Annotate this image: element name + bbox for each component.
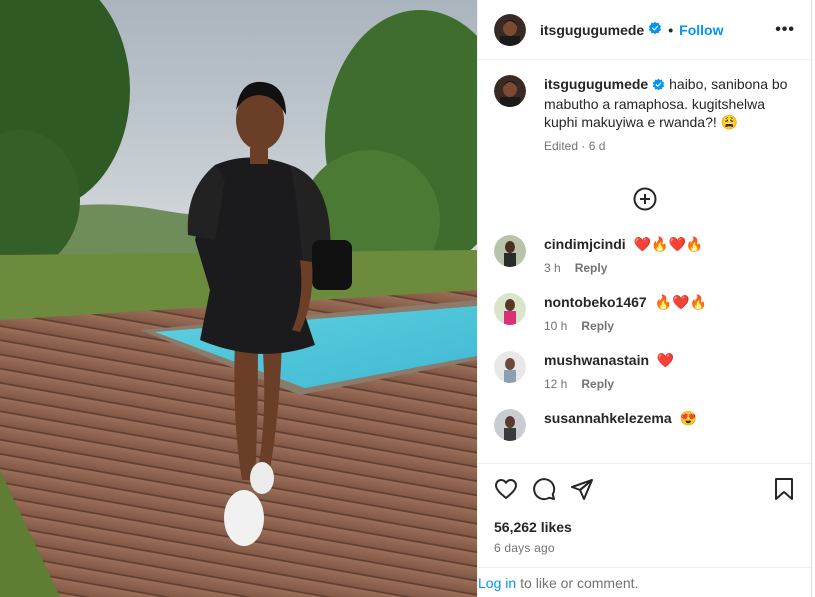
login-prompt: Log in to like or comment.	[478, 567, 811, 597]
comment-text: ❤️🔥❤️🔥	[633, 236, 704, 252]
caption-username[interactable]: itsgugugumede	[544, 76, 648, 92]
post-photo[interactable]	[0, 0, 477, 597]
comment-meta: 10 h Reply	[544, 319, 707, 333]
reply-button[interactable]: Reply	[581, 319, 614, 333]
caption-meta: Edited · 6 d	[544, 139, 606, 153]
caption-text: itsgugugumede haibo, sanibona bo mabutho…	[544, 75, 788, 131]
login-prompt-text: to like or comment.	[520, 574, 639, 591]
comment-meta: 12 h Reply	[544, 377, 674, 391]
comment-text: 🔥❤️🔥	[654, 294, 707, 310]
header-separator: •	[668, 21, 674, 38]
post-image	[0, 0, 477, 597]
caption-avatar[interactable]	[494, 75, 526, 107]
comment-text: ❤️	[656, 352, 675, 368]
plus-circle-icon	[633, 187, 656, 211]
post-side-panel: itsgugugumede • Follow ••• itsgugugumede…	[477, 0, 812, 597]
comment-text: 😍	[679, 410, 697, 426]
verified-badge-icon	[652, 77, 665, 95]
comment-line: mushwanastain ❤️	[544, 351, 674, 369]
reply-button[interactable]: Reply	[575, 261, 608, 275]
comment-username[interactable]: susannahkelezema	[544, 410, 672, 426]
comment-time: 3 h	[544, 261, 561, 275]
comments-section[interactable]: itsgugugumede haibo, sanibona bo mabutho…	[478, 61, 811, 463]
commenter-avatar[interactable]	[494, 409, 526, 441]
comment-item: nontobeko1467 🔥❤️🔥 10 h Reply	[494, 293, 795, 333]
post-actions: 56,262 likes 6 days ago	[478, 463, 811, 567]
heart-icon[interactable]	[494, 477, 518, 504]
comment-line: nontobeko1467 🔥❤️🔥	[544, 293, 707, 311]
comment-time: 10 h	[544, 319, 568, 333]
author-username[interactable]: itsgugugumede	[540, 22, 644, 38]
reply-button[interactable]: Reply	[581, 377, 614, 391]
comment-username[interactable]: mushwanastain	[544, 352, 649, 368]
comment-item: mushwanastain ❤️ 12 h Reply	[494, 351, 795, 391]
login-link[interactable]: Log in	[478, 575, 516, 591]
follow-button[interactable]: Follow	[679, 22, 723, 38]
load-more-comments-button[interactable]	[494, 181, 795, 217]
comment-item: susannahkelezema 😍	[494, 409, 795, 441]
more-options-button[interactable]: •••	[775, 21, 795, 39]
post-header: itsgugugumede • Follow •••	[478, 0, 811, 60]
comment-line: susannahkelezema 😍	[544, 409, 697, 427]
post-time[interactable]: 6 days ago	[494, 541, 795, 555]
commenter-avatar[interactable]	[494, 351, 526, 383]
commenter-avatar[interactable]	[494, 235, 526, 267]
likes-count[interactable]: 56,262 likes	[494, 519, 795, 535]
comment-meta: 3 h Reply	[544, 261, 703, 275]
post-caption: itsgugugumede haibo, sanibona bo mabutho…	[494, 75, 795, 153]
comment-username[interactable]: nontobeko1467	[544, 294, 647, 310]
paper-plane-icon[interactable]	[570, 477, 594, 504]
verified-badge-icon	[648, 21, 662, 38]
comment-line: cindimjcindi ❤️🔥❤️🔥	[544, 235, 703, 253]
comment-item: cindimjcindi ❤️🔥❤️🔥 3 h Reply	[494, 235, 795, 275]
commenter-avatar[interactable]	[494, 293, 526, 325]
comment-username[interactable]: cindimjcindi	[544, 236, 626, 252]
comment-icon[interactable]	[532, 477, 556, 504]
bookmark-icon[interactable]	[773, 477, 795, 504]
comment-time: 12 h	[544, 377, 568, 391]
author-avatar[interactable]	[494, 13, 526, 46]
